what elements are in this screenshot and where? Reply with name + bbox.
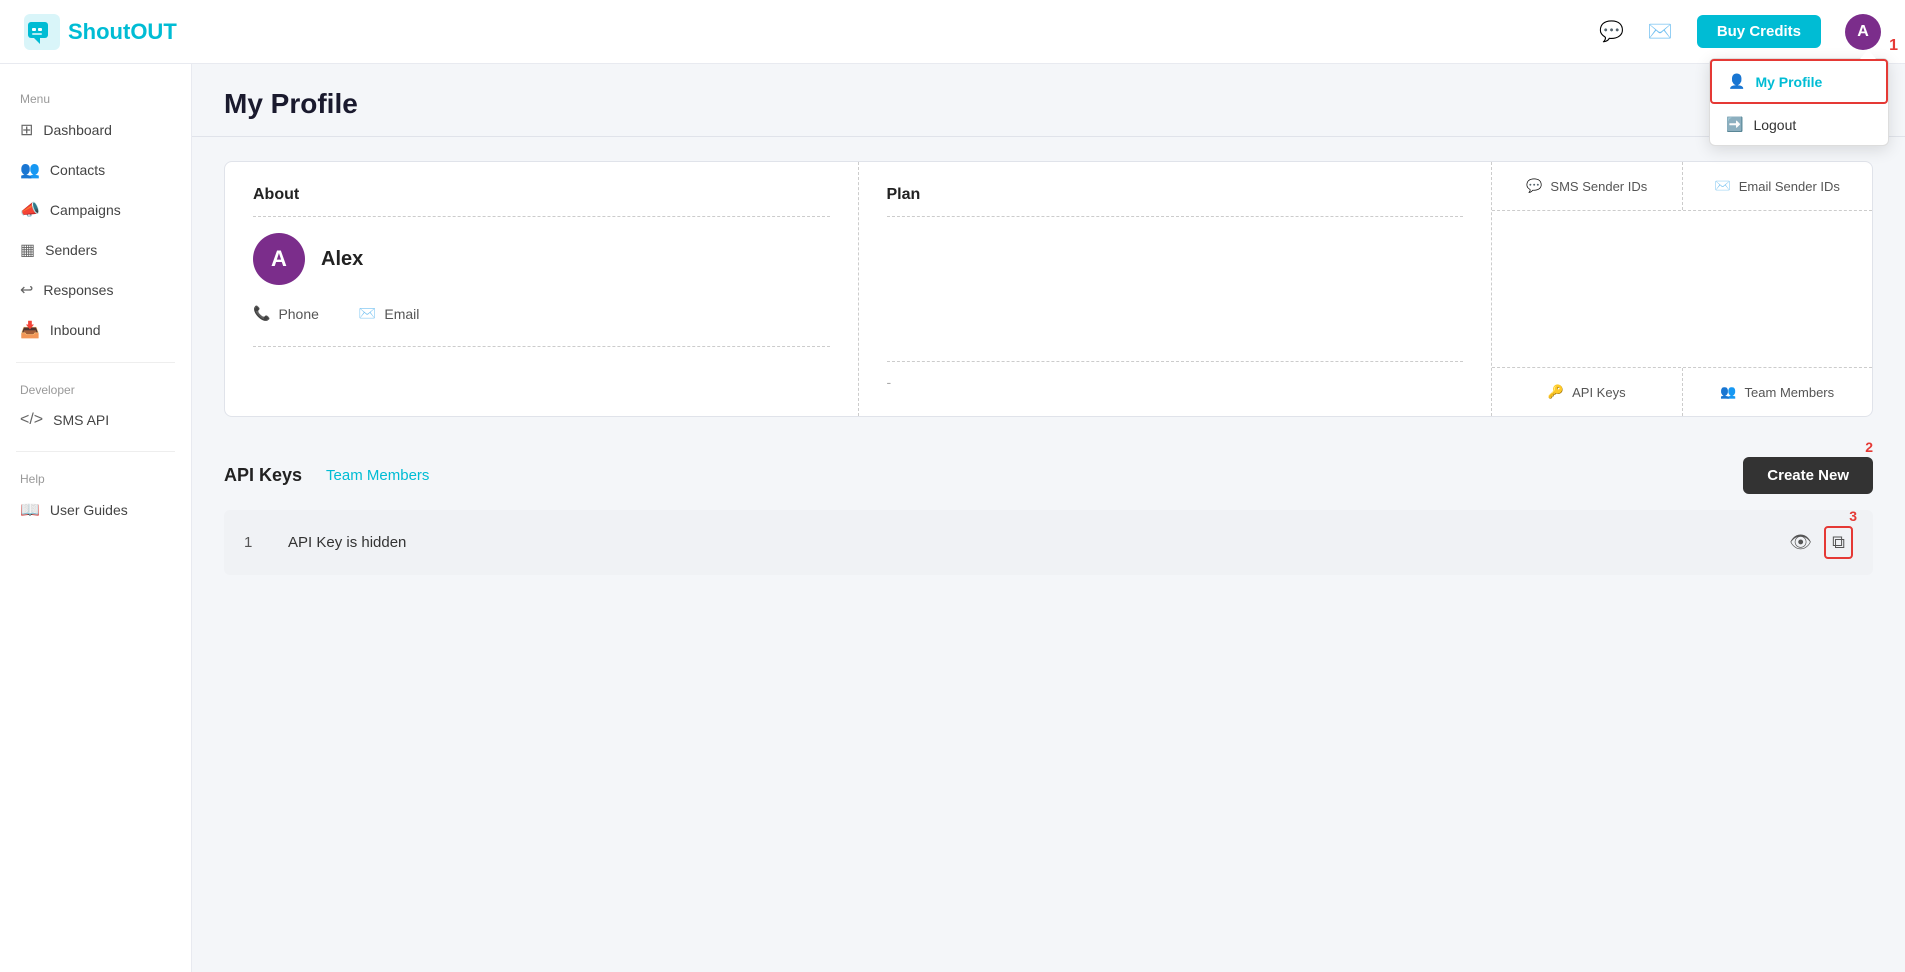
sidebar-item-inbound[interactable]: 📥 Inbound: [0, 310, 191, 350]
profile-icon: 👤: [1728, 73, 1745, 90]
email-item: ✉️ Email: [359, 305, 419, 322]
profile-dropdown: 1 👤 My Profile ➡️ Logout: [1709, 58, 1889, 146]
panel-top-tabs: 💬 SMS Sender IDs ✉️ Email Sender IDs: [1492, 162, 1872, 211]
phone-item: 📞 Phone: [253, 305, 319, 322]
create-new-button[interactable]: Create New: [1743, 457, 1873, 494]
sidebar: Menu ⊞ Dashboard 👥 Contacts 📣 Campaigns …: [0, 64, 192, 972]
team-members-link[interactable]: Team Members: [326, 467, 429, 484]
campaigns-icon: 📣: [20, 200, 40, 220]
email-sender-icon: ✉️: [1715, 178, 1731, 194]
logout-item[interactable]: ➡️ Logout: [1710, 104, 1888, 145]
logout-icon: ➡️: [1726, 116, 1743, 133]
main-layout: Menu ⊞ Dashboard 👥 Contacts 📣 Campaigns …: [0, 64, 1905, 972]
page-header: My Profile: [192, 64, 1905, 137]
mail-icon-btn[interactable]: ✉️: [1648, 19, 1673, 44]
sidebar-item-senders[interactable]: ▦ Senders: [0, 230, 191, 270]
email-label: Email: [384, 306, 419, 322]
help-label: Help: [0, 464, 191, 490]
sidebar-divider-2: [16, 451, 175, 452]
sidebar-item-dashboard[interactable]: ⊞ Dashboard: [0, 110, 191, 150]
sidebar-divider-1: [16, 362, 175, 363]
plan-footer: -: [887, 361, 1464, 392]
api-header: API Keys Team Members 2 Create New: [224, 441, 1873, 510]
user-row: A Alex: [253, 233, 830, 285]
about-card: About A Alex 📞 Phone ✉️ Email: [225, 162, 859, 416]
api-key-row: 1 API Key is hidden 👁 3 ⧉: [224, 510, 1873, 575]
contact-row: 📞 Phone ✉️ Email: [253, 305, 830, 322]
api-key-actions: 👁 3 ⧉: [1789, 526, 1853, 559]
my-profile-label: My Profile: [1755, 74, 1822, 90]
avatar-button[interactable]: A: [1845, 14, 1881, 50]
logout-label: Logout: [1753, 117, 1796, 133]
dropdown-arrow: [1860, 49, 1876, 59]
step-3-badge: 3: [1849, 508, 1857, 524]
sidebar-label-user-guides: User Guides: [50, 502, 128, 518]
profile-cards: About A Alex 📞 Phone ✉️ Email: [224, 161, 1873, 417]
sms-api-icon: </>: [20, 411, 43, 429]
sidebar-label-campaigns: Campaigns: [50, 202, 121, 218]
user-name: Alex: [321, 248, 363, 271]
sidebar-item-contacts[interactable]: 👥 Contacts: [0, 150, 191, 190]
panel-bottom-tabs: 🔑 API Keys 👥 Team Members: [1492, 367, 1872, 416]
sidebar-label-contacts: Contacts: [50, 162, 105, 178]
user-avatar: A: [253, 233, 305, 285]
right-panel: 💬 SMS Sender IDs ✉️ Email Sender IDs 🔑 A…: [1492, 162, 1872, 416]
sidebar-label-responses: Responses: [43, 282, 113, 298]
plan-title: Plan: [887, 186, 1464, 217]
logo[interactable]: ShoutOUT: [24, 14, 177, 50]
email-sender-ids-tab[interactable]: ✉️ Email Sender IDs: [1683, 162, 1873, 210]
api-key-value: API Key is hidden: [288, 534, 1789, 551]
topnav-icons: 💬 ✉️ Buy Credits A: [1599, 14, 1881, 50]
api-keys-tab[interactable]: 🔑 API Keys: [1492, 368, 1683, 416]
api-keys-icon: 🔑: [1548, 384, 1564, 400]
sidebar-label-dashboard: Dashboard: [43, 122, 112, 138]
view-key-button[interactable]: 👁: [1789, 532, 1812, 553]
menu-label: Menu: [0, 84, 191, 110]
sidebar-item-responses[interactable]: ↩ Responses: [0, 270, 191, 310]
page-title: My Profile: [224, 88, 1873, 120]
plan-card: Plan -: [859, 162, 1493, 416]
my-profile-item[interactable]: 👤 My Profile: [1710, 59, 1888, 104]
team-members-icon: 👥: [1720, 384, 1736, 400]
api-section: API Keys Team Members 2 Create New 1 API…: [224, 441, 1873, 575]
about-footer: [253, 346, 830, 359]
user-guides-icon: 📖: [20, 500, 40, 520]
sidebar-label-senders: Senders: [45, 242, 97, 258]
main-content: My Profile About A Alex 📞 Phone ✉️: [192, 64, 1905, 972]
plan-content: [887, 233, 1464, 353]
sidebar-label-sms-api: SMS API: [53, 412, 109, 428]
api-keys-title: API Keys: [224, 465, 302, 486]
logo-icon: [24, 14, 60, 50]
sms-sender-icon: 💬: [1526, 178, 1542, 194]
about-title: About: [253, 186, 830, 217]
panel-spacer: [1492, 211, 1872, 367]
contacts-icon: 👥: [20, 160, 40, 180]
developer-label: Developer: [0, 375, 191, 401]
sidebar-item-user-guides[interactable]: 📖 User Guides: [0, 490, 191, 530]
buy-credits-button[interactable]: Buy Credits: [1697, 15, 1821, 48]
create-new-wrapper: 2 Create New: [1743, 457, 1873, 494]
copy-key-button[interactable]: ⧉: [1824, 526, 1853, 559]
phone-icon: 📞: [253, 305, 270, 322]
step-1-badge: 1: [1889, 37, 1898, 55]
sms-sender-ids-tab[interactable]: 💬 SMS Sender IDs: [1492, 162, 1683, 210]
responses-icon: ↩: [20, 280, 33, 300]
logo-text: ShoutOUT: [68, 19, 177, 45]
copy-wrapper: 3 ⧉: [1824, 526, 1853, 559]
email-icon: ✉️: [359, 305, 376, 322]
senders-icon: ▦: [20, 240, 35, 260]
step-2-badge: 2: [1865, 439, 1873, 455]
sidebar-item-sms-api[interactable]: </> SMS API: [0, 401, 191, 439]
team-members-tab[interactable]: 👥 Team Members: [1683, 368, 1873, 416]
sidebar-item-campaigns[interactable]: 📣 Campaigns: [0, 190, 191, 230]
inbound-icon: 📥: [20, 320, 40, 340]
topnav: ShoutOUT 💬 ✉️ Buy Credits A 1 👤 My Profi…: [0, 0, 1905, 64]
sidebar-label-inbound: Inbound: [50, 322, 101, 338]
notification-icon-btn[interactable]: 💬: [1599, 19, 1624, 44]
phone-label: Phone: [278, 306, 318, 322]
api-key-num: 1: [244, 534, 264, 551]
dashboard-icon: ⊞: [20, 120, 33, 140]
